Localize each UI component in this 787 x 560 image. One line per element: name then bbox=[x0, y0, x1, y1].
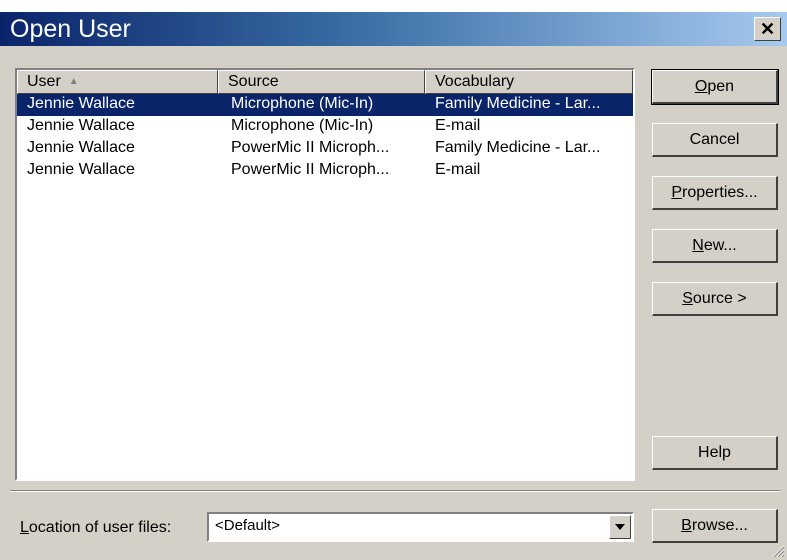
location-dropdown[interactable]: <Default> bbox=[207, 512, 634, 542]
cell-user: Jennie Wallace bbox=[27, 161, 135, 178]
list-item[interactable]: Jennie Wallace Microphone (Mic-In) E-mai… bbox=[17, 116, 633, 138]
location-label: Location of user files: bbox=[20, 519, 171, 537]
properties-button[interactable]: Properties... bbox=[652, 176, 778, 210]
cell-source: PowerMic II Microph... bbox=[231, 139, 390, 156]
resize-grip-icon[interactable] bbox=[771, 544, 785, 558]
open-user-dialog: Open User ✕ User ▲ Source Vocabulary Jenn… bbox=[0, 12, 787, 560]
column-header-user[interactable]: User ▲ bbox=[17, 70, 218, 94]
column-header-label: User bbox=[27, 73, 61, 90]
open-button[interactable]: Open bbox=[651, 69, 779, 105]
browse-label: rowse... bbox=[691, 517, 748, 534]
cell-source: PowerMic II Microph... bbox=[231, 161, 390, 178]
column-header-label: Source bbox=[228, 73, 279, 90]
source-mnemonic: S bbox=[682, 290, 693, 307]
cell-vocabulary: Family Medicine - Lar... bbox=[435, 139, 601, 156]
chevron-down-icon bbox=[615, 524, 625, 530]
location-label-text: ocation of user files: bbox=[28, 519, 172, 536]
cell-source: Microphone (Mic-In) bbox=[231, 117, 374, 134]
cell-vocabulary: E-mail bbox=[435, 117, 481, 134]
user-list[interactable]: User ▲ Source Vocabulary Jennie Wallace M… bbox=[15, 68, 635, 481]
separator bbox=[10, 490, 780, 492]
cell-user: Jennie Wallace bbox=[27, 117, 135, 134]
properties-mnemonic: P bbox=[671, 184, 683, 201]
cell-vocabulary: Family Medicine - Lar... bbox=[435, 95, 601, 112]
title-bar[interactable]: Open User ✕ bbox=[0, 12, 787, 46]
column-header-vocabulary[interactable]: Vocabulary bbox=[425, 70, 633, 94]
new-label: ew... bbox=[703, 237, 737, 254]
list-item[interactable]: Jennie Wallace PowerMic II Microph... Fa… bbox=[17, 138, 633, 160]
new-mnemonic: N bbox=[692, 237, 704, 254]
browse-button[interactable]: Browse... bbox=[652, 509, 778, 543]
cell-user: Jennie Wallace bbox=[27, 95, 135, 112]
dialog-title: Open User bbox=[10, 15, 131, 43]
cell-vocabulary: E-mail bbox=[435, 161, 481, 178]
cell-source: Microphone (Mic-In) bbox=[231, 95, 374, 112]
new-button[interactable]: New... bbox=[652, 229, 778, 263]
source-label: ource > bbox=[692, 290, 747, 307]
column-header-label: Vocabulary bbox=[435, 73, 515, 90]
dropdown-arrow-button[interactable] bbox=[609, 515, 631, 539]
list-item[interactable]: Jennie Wallace PowerMic II Microph... E-… bbox=[17, 160, 633, 182]
properties-label: roperties... bbox=[682, 184, 758, 201]
close-icon: ✕ bbox=[759, 19, 776, 39]
list-item[interactable]: Jennie Wallace Microphone (Mic-In) Famil… bbox=[17, 94, 633, 116]
help-label: Help bbox=[698, 444, 731, 461]
cell-user: Jennie Wallace bbox=[27, 139, 135, 156]
help-button[interactable]: Help bbox=[652, 436, 778, 470]
close-button[interactable]: ✕ bbox=[754, 17, 781, 41]
open-mnemonic: O bbox=[694, 78, 708, 95]
location-mnemonic: L bbox=[20, 519, 29, 536]
source-button[interactable]: Source > bbox=[652, 282, 778, 316]
column-header-source[interactable]: Source bbox=[218, 70, 425, 94]
cancel-label: Cancel bbox=[689, 131, 740, 148]
sort-ascending-icon: ▲ bbox=[68, 76, 79, 87]
location-value: <Default> bbox=[215, 517, 281, 534]
browse-mnemonic: B bbox=[681, 517, 692, 534]
open-label: pen bbox=[707, 78, 735, 95]
cancel-button[interactable]: Cancel bbox=[652, 123, 778, 157]
list-header: User ▲ Source Vocabulary bbox=[17, 70, 633, 94]
